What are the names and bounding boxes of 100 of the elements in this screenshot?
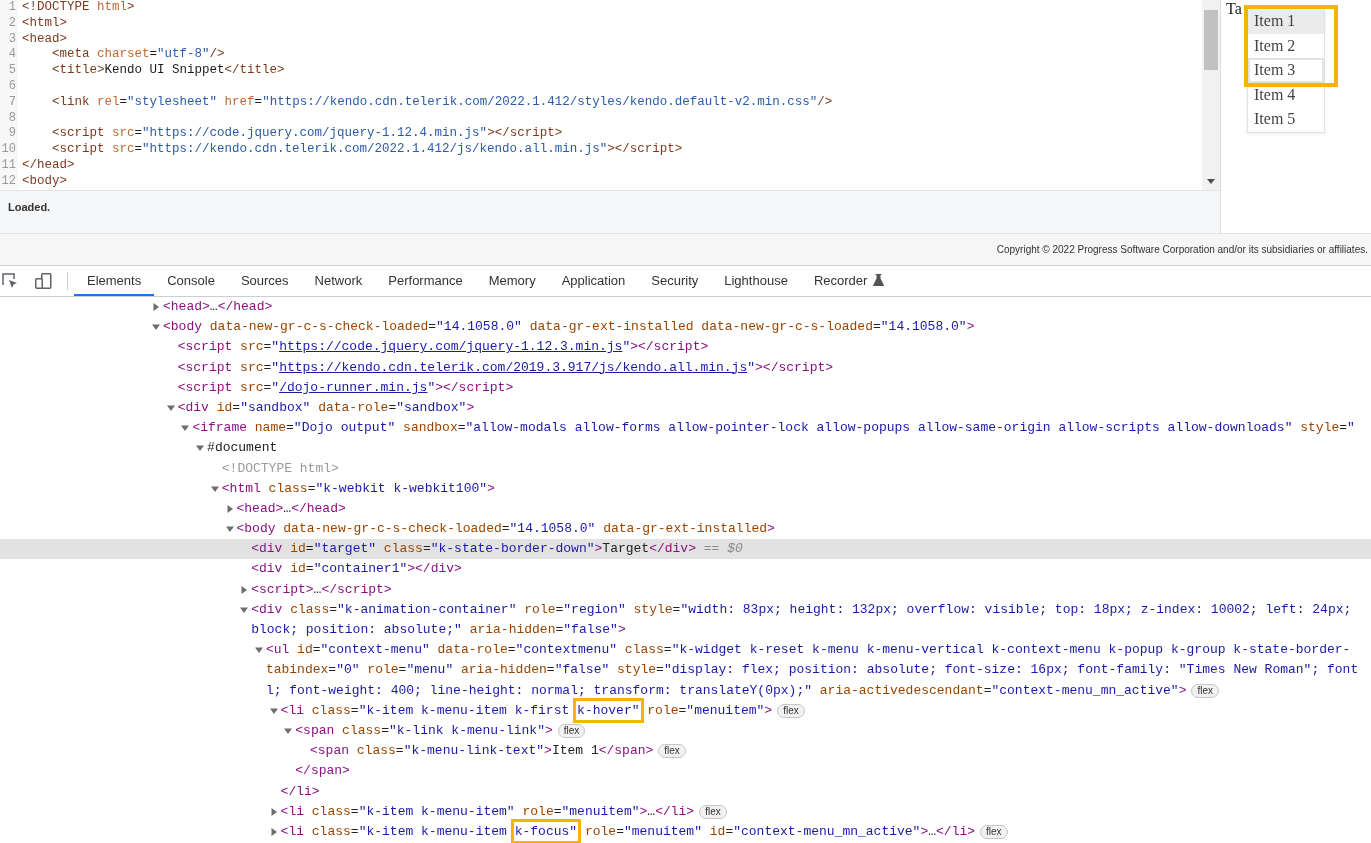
link[interactable]: https://code.jquery.com/jquery-1.12.3.min.js xyxy=(279,339,623,355)
devtools-tab[interactable]: Network xyxy=(301,266,376,296)
tree-node[interactable]: <body data-new-gr-c-s-check-loaded="14.1058.0" data-gr-ext-installed> xyxy=(0,519,1371,540)
scroll-down-arrow-icon[interactable] xyxy=(1207,179,1215,184)
tree-node[interactable]: <div id="target" class="k-state-border-down">Target</div> == $0 xyxy=(0,539,1371,560)
tree-node[interactable]: <iframe name="Dojo output" sandbox="allow-modals allow-forms allow-pointer-lock allow-popups allow-same-origin allow-scripts allow-downloads" style=" xyxy=(0,418,1371,439)
code-line: <ul id="context-menu" data-role="contextmenu" class="k-widget k-reset k-menu k-menu-vertical k-context-menu k-popup k-group k-state-border- xyxy=(265,641,1351,660)
devtools-tab[interactable]: Performance xyxy=(375,266,476,296)
line-number: 7 xyxy=(7,94,17,111)
code-line: <link rel="stylesheet" href="https://kendo.cdn.telerik.com/2022.1.412/styles/kendo.default-v2.min.css"/> xyxy=(51,94,833,111)
line-number: 2 xyxy=(7,15,17,32)
devtools-tab[interactable]: Security xyxy=(638,266,712,296)
scrollbar-thumb[interactable] xyxy=(1204,10,1218,70)
flask-icon xyxy=(873,274,885,286)
code-line: <li class="k-item k-menu-item" role="menuitem">…</li> xyxy=(280,802,695,821)
inspect-icon[interactable] xyxy=(1,272,19,290)
tree-node[interactable]: <head>…</head> xyxy=(0,498,1371,520)
menu-item[interactable]: Item 2 xyxy=(1248,33,1324,58)
tree-node[interactable]: <script src="/dojo-runner.min.js"></script> xyxy=(0,377,1371,398)
code-line: <script src="https://kendo.cdn.telerik.com/2022.1.412/js/kendo.all.min.js"></script> xyxy=(51,142,683,158)
tree-node[interactable]: <div id="sandbox" data-role="sandbox"> xyxy=(0,397,1371,419)
tree-node[interactable]: <li class="k-item k-menu-item k-first k-hover" role="menuitem"> flex xyxy=(0,700,1371,721)
devtools-tab[interactable]: Console xyxy=(154,266,228,296)
code-line: <body> xyxy=(21,173,67,190)
menu-item[interactable]: Item 1 xyxy=(1248,9,1324,34)
target-text: Ta xyxy=(1225,1,1242,17)
menu-item[interactable]: Item 5 xyxy=(1248,107,1324,132)
disclosure-triangle-icon[interactable] xyxy=(284,727,293,736)
code-line: </head> xyxy=(21,157,75,174)
code-line: <div class="k-animation-container" role="region" style="width: 83px; height: 132px; overflow: visible; top: 18px; z-index: 10002; left: 24px; xyxy=(251,600,1352,619)
device-icon[interactable] xyxy=(34,272,52,290)
disclosure-triangle-icon[interactable] xyxy=(240,605,249,614)
disclosure-triangle-icon[interactable] xyxy=(225,525,234,534)
code-line: </li> xyxy=(280,782,320,801)
line-number: 4 xyxy=(7,47,17,64)
tree-node[interactable]: <script>…</script> xyxy=(0,579,1371,600)
line-number: 10 xyxy=(0,142,17,158)
disclosure-triangle-icon[interactable] xyxy=(225,504,234,513)
code-line: <li class="k-item k-menu-item k-focus" role="menuitem" id="context-menu_mn_active">…</li> xyxy=(280,821,976,843)
code-line: <html> xyxy=(21,15,67,32)
flex-badge[interactable]: flex xyxy=(777,703,805,718)
code-line: <body data-new-gr-c-s-check-loaded="14.1058.0" data-gr-ext-installed data-new-gr-c-s-loaded="14.1058.0"> xyxy=(163,318,975,337)
menu-item[interactable]: Item 3 xyxy=(1248,58,1324,83)
link[interactable]: https://kendo.cdn.telerik.com/2019.3.917/js/kendo.all.min.js xyxy=(279,359,748,375)
disclosure-triangle-icon[interactable] xyxy=(210,484,219,493)
flex-badge[interactable]: flex xyxy=(658,744,686,759)
tree-node[interactable]: <span class="k-link k-menu-link"> flex xyxy=(0,720,1371,742)
copyright-text: Copyright © 2022 Progress Software Corporation and/or its subsidiaries or affiliates. xyxy=(996,244,1368,255)
line-number: 1 xyxy=(7,0,17,16)
tree-node[interactable]: <head>…</head> xyxy=(0,297,1371,318)
code-line: <script src="https://code.jquery.com/jquery-1.12.3.min.js"></script> xyxy=(177,338,709,357)
disclosure-triangle-icon[interactable] xyxy=(152,303,160,312)
tree-node[interactable]: <body data-new-gr-c-s-check-loaded="14.1058.0" data-gr-ext-installed data-new-gr-c-s-loaded="14.1058.0"> xyxy=(0,317,1371,338)
tree-node[interactable]: <html class="k-webkit k-webkit100"> xyxy=(0,478,1371,499)
disclosure-triangle-icon[interactable] xyxy=(269,807,278,816)
disclosure-triangle-icon[interactable] xyxy=(254,646,263,655)
disclosure-triangle-icon[interactable] xyxy=(152,323,160,332)
code-line: <iframe name="Dojo output" sandbox="allow-modals allow-forms allow-pointer-lock allow-popups allow-same-origin allow-scripts allow-downloads" style=" xyxy=(192,419,1355,438)
tree-node[interactable]: <script src="https://kendo.cdn.telerik.com/2019.3.917/js/kendo.all.min.js"></script> xyxy=(0,357,1371,378)
code-line: <head>…</head> xyxy=(163,298,273,316)
tree-node[interactable]: <li class="k-item k-menu-item k-focus" role="menuitem" id="context-menu_mn_active">…</li> flex xyxy=(0,821,1371,843)
code-line: <title>Kendo UI Snippet</title> xyxy=(51,63,285,79)
flex-badge[interactable]: flex xyxy=(557,724,586,739)
code-line: <html class="k-webkit k-webkit100"> xyxy=(221,479,495,498)
menu-item[interactable]: Item 4 xyxy=(1248,82,1324,107)
disclosure-triangle-icon[interactable] xyxy=(181,424,190,433)
code-line: <meta charset="utf-8"/> xyxy=(51,47,225,64)
code-line: #document xyxy=(207,439,278,458)
tree-node[interactable]: #document xyxy=(0,438,1371,459)
disclosure-triangle-icon[interactable] xyxy=(269,827,278,836)
devtools-tab[interactable]: Memory xyxy=(475,266,549,296)
flex-badge[interactable]: flex xyxy=(1191,683,1220,698)
tree-node[interactable]: <div id="container1"></div> xyxy=(0,559,1371,580)
code-line: <script src="https://kendo.cdn.telerik.com/2019.3.917/js/kendo.all.min.js"></script> xyxy=(177,358,834,377)
flex-badge[interactable]: flex xyxy=(699,804,727,819)
devtools-tab[interactable]: Application xyxy=(548,266,639,296)
tree-node[interactable]: <div class="k-animation-container" role="region" style="width: 83px; height: 132px; overflow: visible; top: 18px; z-index: 10002; left: 24px; block; position: absolute;" aria-hidden="false"> xyxy=(0,599,1371,641)
disclosure-triangle-icon[interactable] xyxy=(166,404,175,413)
devtools-tab[interactable]: Lighthouse xyxy=(711,266,801,296)
devtools-tab[interactable]: Recorder xyxy=(800,266,898,296)
disclosure-triangle-icon[interactable] xyxy=(240,585,249,594)
code-line: <script>…</script> xyxy=(251,580,392,599)
code-line: </span> xyxy=(295,762,350,781)
scrollbar[interactable] xyxy=(1202,0,1220,190)
line-number: 11 xyxy=(0,157,17,174)
code-line: <span class="k-link k-menu-link"> xyxy=(295,721,553,740)
code-line: l; font-weight: 400; line-height: normal; transform: translateY(0px);" aria-activedescendant="context-menu_mn_active"> xyxy=(265,681,1187,700)
flex-badge[interactable]: flex xyxy=(980,824,1008,839)
disclosure-triangle-icon[interactable] xyxy=(269,706,278,715)
code-line: <div id="container1"></div> xyxy=(251,560,462,579)
line-number: 8 xyxy=(7,110,17,127)
line-number: 9 xyxy=(7,126,17,143)
code-line: <div id="target" class="k-state-border-down">Target</div> == $0 xyxy=(251,540,743,559)
devtools-tab[interactable]: Elements xyxy=(74,266,155,296)
tree-node[interactable]: <script src="https://code.jquery.com/jquery-1.12.3.min.js"></script> xyxy=(0,337,1371,358)
code-line: block; position: absolute;" aria-hidden="false"> xyxy=(251,621,626,639)
disclosure-triangle-icon[interactable] xyxy=(196,444,205,453)
link[interactable]: /dojo-runner.min.js xyxy=(279,379,428,395)
devtools-tab[interactable]: Sources xyxy=(227,266,302,296)
tree-node[interactable]: <span class="k-menu-link-text">Item 1</span> flex xyxy=(0,741,1371,762)
